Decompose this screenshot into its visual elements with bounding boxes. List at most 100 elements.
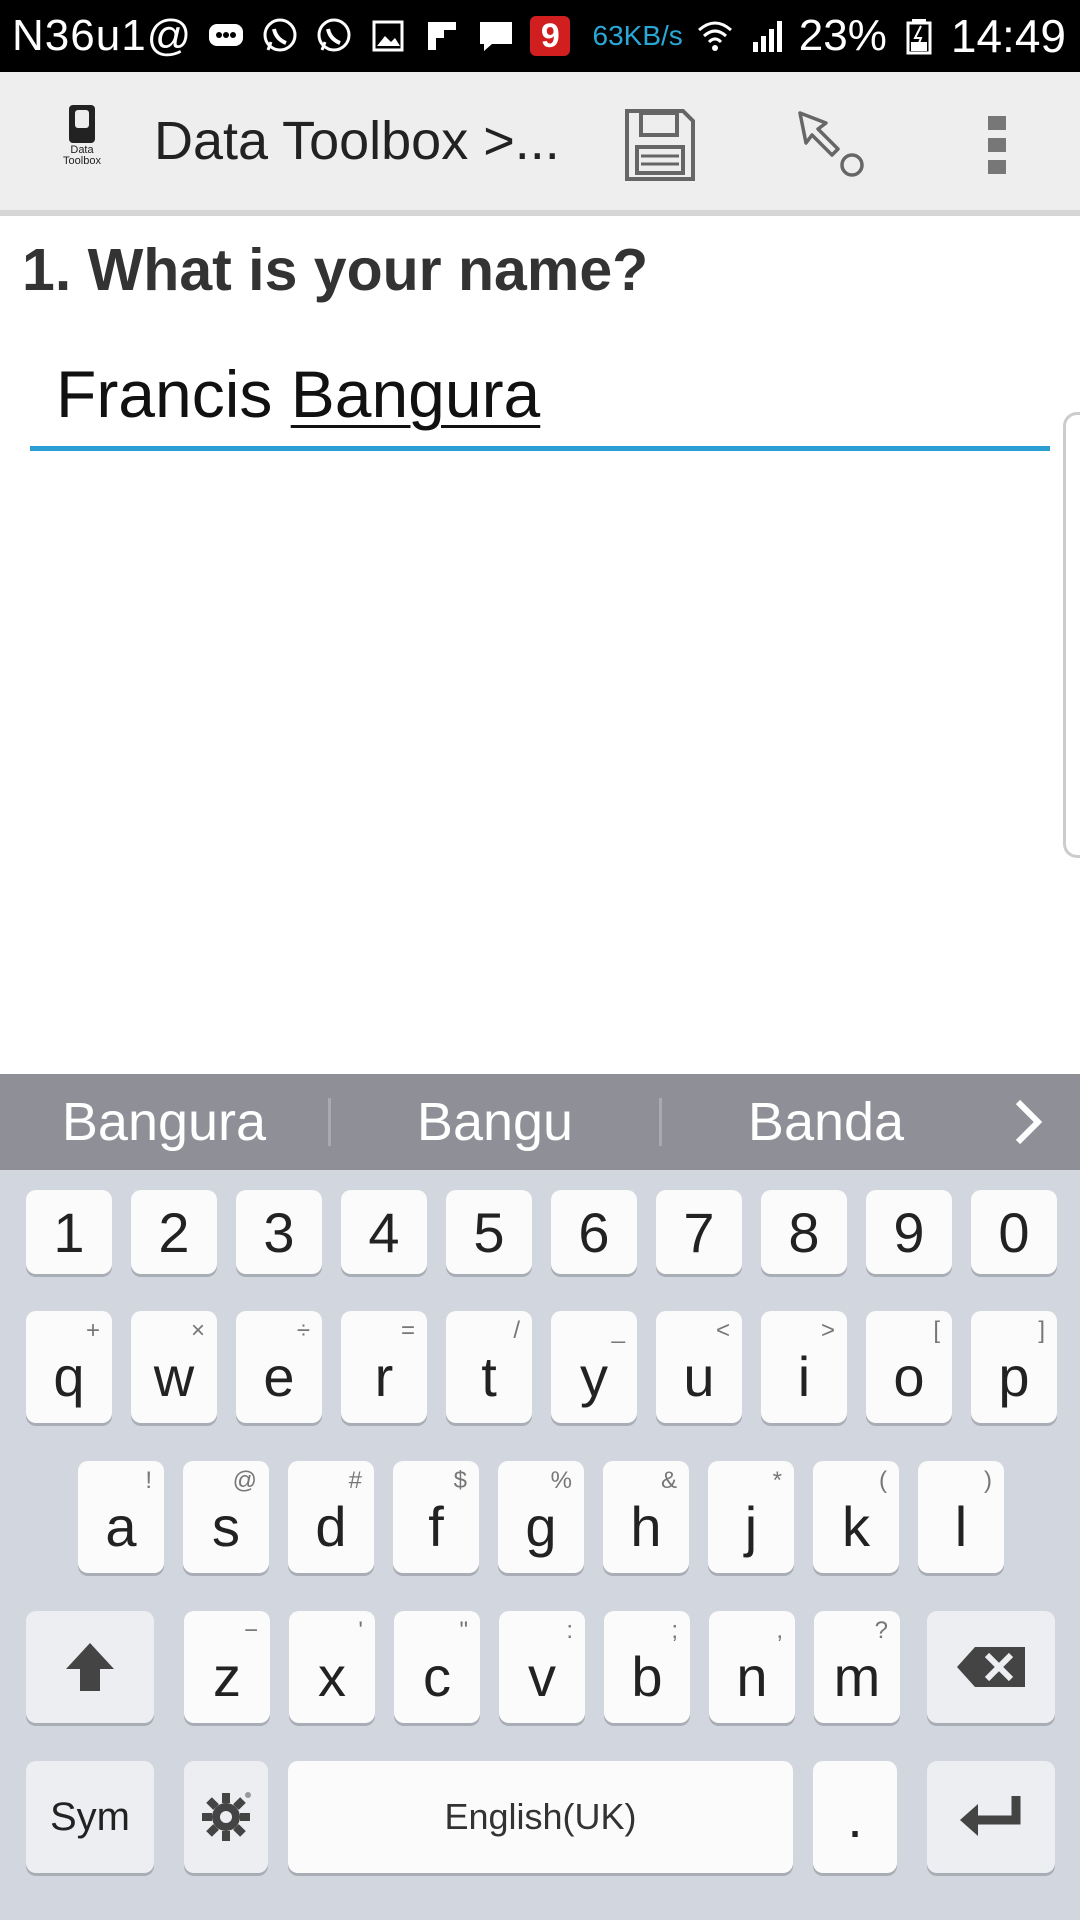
key-o[interactable]: [o	[866, 1311, 952, 1423]
key-6[interactable]: 6	[551, 1190, 637, 1274]
side-scroll-handle[interactable]	[1063, 412, 1080, 858]
key-hint: ]	[1038, 1317, 1045, 1344]
key-c[interactable]: " c	[394, 1611, 480, 1723]
key-hint: $	[453, 1467, 467, 1494]
suggestion-2[interactable]: Bangu	[331, 1091, 659, 1153]
key-s[interactable]: @ s	[183, 1461, 269, 1573]
key-label: c	[423, 1644, 451, 1708]
image-icon	[368, 16, 408, 56]
key-e[interactable]: ÷ e	[236, 1311, 322, 1423]
whatsapp-icon	[314, 16, 354, 56]
key-hint: "	[459, 1617, 468, 1644]
message-icon	[476, 16, 516, 56]
key-hint: ;	[671, 1617, 678, 1644]
key-1[interactable]: 1	[26, 1190, 112, 1274]
key-label: r	[374, 1344, 394, 1408]
key-x[interactable]: ' x	[289, 1611, 375, 1723]
network-speed: 63KB/s	[592, 20, 683, 51]
key-label: q	[53, 1344, 85, 1408]
key-label: 9	[893, 1200, 925, 1264]
key-7[interactable]: 7	[656, 1190, 742, 1274]
period-key-label: .	[847, 1785, 863, 1849]
overflow-menu-button[interactable]	[952, 100, 1042, 190]
key-label: 3	[263, 1200, 295, 1264]
key-j[interactable]: * j	[708, 1461, 794, 1573]
key-hint: )	[984, 1467, 992, 1494]
key-f[interactable]: $ f	[393, 1461, 479, 1573]
key-2[interactable]: 2	[131, 1190, 217, 1274]
key-hint: ÷	[296, 1317, 310, 1344]
key-y[interactable]: _ y	[551, 1311, 637, 1423]
key-5[interactable]: 5	[446, 1190, 532, 1274]
key-label: b	[631, 1644, 663, 1708]
app-logo-caption: Data Toolbox	[63, 144, 101, 167]
key-h[interactable]: & h	[603, 1461, 689, 1573]
key-hint: :	[566, 1617, 573, 1644]
key-0[interactable]: 0	[971, 1190, 1057, 1274]
save-button[interactable]	[615, 100, 705, 190]
key-w[interactable]: × w	[131, 1311, 217, 1423]
key-m[interactable]: ? m	[814, 1611, 900, 1723]
key-hint: &	[660, 1467, 677, 1494]
app-9-icon: 9	[530, 16, 571, 56]
backspace-key[interactable]	[927, 1611, 1055, 1723]
status-bar: N36u1@ 9 63KB/s 23% 14:49	[0, 0, 1080, 72]
key-8[interactable]: 8	[761, 1190, 847, 1274]
pointer-button[interactable]	[785, 100, 875, 190]
key-q[interactable]: + q	[26, 1311, 112, 1423]
key-g[interactable]: % g	[498, 1461, 584, 1573]
period-key[interactable]: .	[813, 1761, 897, 1873]
name-input-value[interactable]: Francis Bangura	[56, 356, 540, 432]
key-hint: %	[550, 1467, 572, 1494]
chevron-right-icon[interactable]	[998, 1092, 1058, 1152]
key-l[interactable]: ) l	[918, 1461, 1004, 1573]
shift-arrow-icon	[66, 1643, 114, 1691]
phone-icon	[69, 105, 95, 143]
key-hint: (	[879, 1467, 887, 1494]
key-n[interactable]: ,n	[709, 1611, 795, 1723]
space-key[interactable]: English(UK)	[288, 1761, 793, 1873]
gear-icon	[202, 1792, 251, 1841]
key-z[interactable]: − z	[184, 1611, 270, 1723]
flipboard-icon	[422, 16, 462, 56]
key-u[interactable]: < u	[656, 1311, 742, 1423]
key-b[interactable]: ; b	[604, 1611, 690, 1723]
key-d[interactable]: # d	[288, 1461, 374, 1573]
key-t[interactable]: / t	[446, 1311, 532, 1423]
key-a[interactable]: ! a	[78, 1461, 164, 1573]
save-icon	[625, 109, 695, 181]
name-input[interactable]: Francis Bangura	[30, 350, 1050, 451]
suggestion-1[interactable]: Bangura	[0, 1091, 328, 1153]
key-hint: ?	[874, 1617, 888, 1644]
suggestion-3[interactable]: Banda	[662, 1091, 990, 1153]
key-k[interactable]: (k	[813, 1461, 899, 1573]
pointer-icon	[798, 111, 864, 177]
shift-key[interactable]	[26, 1611, 154, 1723]
app-logo[interactable]: Data Toolbox	[54, 105, 110, 177]
key-i[interactable]: > i	[761, 1311, 847, 1423]
key-hint: !	[145, 1467, 152, 1494]
key-v[interactable]: :v	[499, 1611, 585, 1723]
key-r[interactable]: = r	[341, 1311, 427, 1423]
app-bar: Data Toolbox Data Toolbox >...	[0, 72, 1080, 216]
key-label: e	[263, 1344, 295, 1408]
app-title[interactable]: Data Toolbox >...	[154, 110, 560, 172]
key-label: p	[998, 1344, 1030, 1408]
answer-first-name: Francis	[56, 357, 273, 431]
key-label: j	[744, 1494, 758, 1558]
sym-key[interactable]: Sym	[26, 1761, 154, 1873]
key-4[interactable]: 4	[341, 1190, 427, 1274]
key-3[interactable]: 3	[236, 1190, 322, 1274]
key-hint: '	[358, 1617, 363, 1644]
key-p[interactable]: ] p	[971, 1311, 1057, 1423]
key-hint: <	[715, 1317, 730, 1344]
key-hint: =	[400, 1317, 415, 1344]
key-label: n	[736, 1644, 768, 1708]
key-label: 7	[683, 1200, 715, 1264]
key-9[interactable]: 9	[866, 1190, 952, 1274]
enter-key[interactable]	[927, 1761, 1055, 1873]
question-label: 1. What is your name?	[22, 237, 649, 303]
whatsapp-icon	[260, 16, 300, 56]
settings-key[interactable]	[184, 1761, 268, 1873]
key-hint: #	[348, 1467, 362, 1494]
